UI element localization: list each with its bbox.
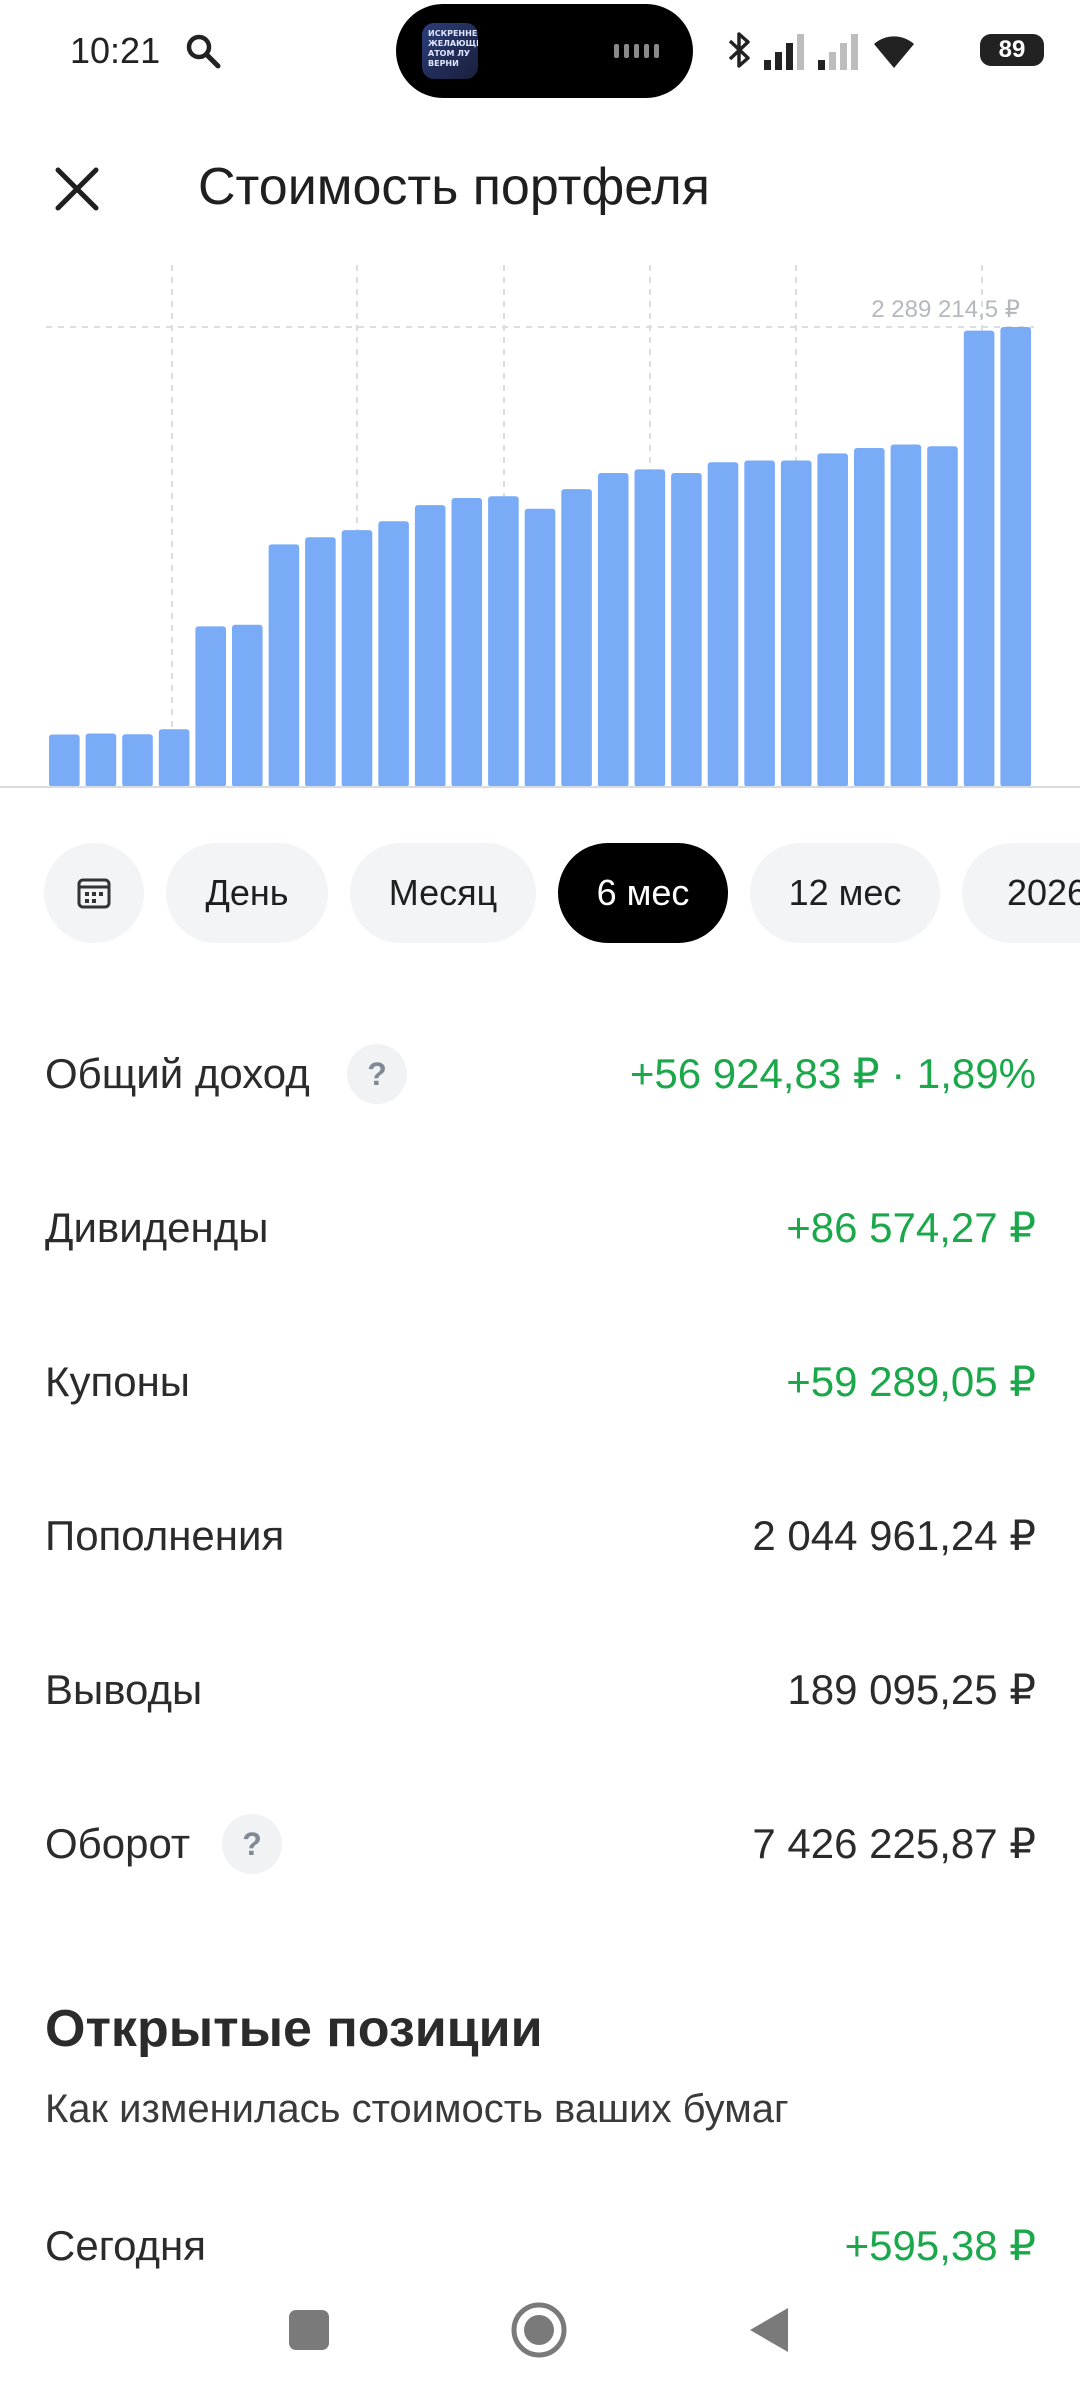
stat-value: +59 289,05 ₽ (786, 1358, 1036, 1405)
signal-icon (818, 34, 858, 70)
status-bar: 10:21 ИСКРЕННЕ ЖЕЛАЮЩИЙ АТОМ ЛУ ВЕРНИ (0, 0, 1080, 100)
stat-label: Оборот (45, 1820, 191, 1867)
chart-bar[interactable] (597, 473, 629, 787)
chart-bar[interactable] (268, 544, 300, 787)
page-title: Стоимость портфеля (198, 158, 710, 216)
chip-day[interactable]: День (166, 843, 328, 943)
thumb-line: ИСКРЕННЕ (428, 29, 478, 38)
calendar-button[interactable] (44, 843, 144, 943)
chart-bar[interactable] (671, 473, 702, 787)
portfolio-chart[interactable]: 2 289 214,5 ₽ (0, 255, 1080, 795)
stat-deposits: Пополнения 2 044 961,24 ₽ (0, 1496, 1080, 1576)
chart-bar[interactable] (780, 460, 812, 788)
stat-turnover: Оборот ? 7 426 225,87 ₽ (0, 1804, 1080, 1884)
chart-bar[interactable] (378, 521, 409, 787)
status-time: 10:21 (70, 30, 161, 71)
chip-year-2026[interactable]: 2026 (962, 843, 1080, 943)
stat-withdrawals: Выводы 189 095,25 ₽ (0, 1650, 1080, 1730)
chart-bar[interactable] (890, 444, 922, 788)
recents-button[interactable] (260, 2280, 360, 2380)
chart-bar[interactable] (158, 729, 190, 787)
close-icon[interactable] (46, 158, 108, 220)
chip-6-months[interactable]: 6 мес (558, 843, 728, 943)
stat-value: 2 044 961,24 ₽ (752, 1512, 1036, 1559)
system-navigation-bar (0, 2280, 1080, 2380)
stat-today[interactable]: Сегодня +595,38 ₽ (0, 2206, 1080, 2286)
chart-bar[interactable] (561, 489, 592, 787)
audio-visualizer-icon (614, 44, 664, 58)
wifi-icon (874, 36, 914, 68)
help-icon[interactable]: ? (222, 1814, 282, 1874)
chart-canvas[interactable]: 2 289 214,5 ₽ (0, 255, 1080, 795)
dynamic-island[interactable]: ИСКРЕННЕ ЖЕЛАЮЩИЙ АТОМ ЛУ ВЕРНИ (396, 4, 693, 98)
chart-bar[interactable] (744, 460, 775, 788)
back-button[interactable] (718, 2280, 818, 2380)
chart-bar[interactable] (414, 505, 446, 787)
stat-value: +595,38 ₽ (844, 2222, 1036, 2269)
stat-label: Пополнения (45, 1512, 285, 1559)
period-selector: День Месяц 6 мес 12 мес 2026 (0, 843, 1080, 943)
chart-bar[interactable] (85, 733, 117, 788)
bluetooth-icon (728, 32, 750, 68)
chart-bar[interactable] (524, 508, 556, 787)
stat-total-income: Общий доход ? +56 924,83 ₽ · 1,89% (0, 1034, 1080, 1114)
chart-bar[interactable] (305, 537, 336, 787)
chart-bar[interactable] (451, 498, 483, 787)
stat-label: Купоны (45, 1358, 190, 1405)
section-subtitle: Как изменилась стоимость ваших бумаг (45, 2087, 789, 2131)
chart-bar[interactable] (963, 330, 995, 787)
stat-coupons: Купоны +59 289,05 ₽ (0, 1342, 1080, 1422)
thumb-line: ЖЕЛАЮЩИЙ (428, 39, 478, 48)
thumb-line: АТОМ ЛУ (428, 49, 471, 58)
stat-value: 189 095,25 ₽ (787, 1666, 1036, 1713)
stat-dividends: Дивиденды +86 574,27 ₽ (0, 1188, 1080, 1268)
chart-bar[interactable] (707, 462, 739, 787)
stat-label: Выводы (45, 1666, 203, 1713)
help-icon[interactable]: ? (347, 1044, 407, 1104)
chart-bar[interactable] (122, 734, 153, 787)
chart-bar[interactable] (341, 530, 373, 787)
stat-value: +86 574,27 ₽ (786, 1204, 1036, 1251)
signal-icon (764, 34, 804, 70)
home-button[interactable] (489, 2280, 589, 2380)
chart-bar[interactable] (488, 496, 519, 787)
chart-bar[interactable] (195, 626, 226, 787)
stat-label: Сегодня (45, 2222, 206, 2269)
stat-value: +56 924,83 ₽ · 1,89% (629, 1050, 1036, 1097)
chart-bar[interactable] (49, 734, 80, 788)
stat-label: Дивиденды (45, 1204, 269, 1251)
chip-12-months[interactable]: 12 мес (750, 843, 940, 943)
chip-month[interactable]: Месяц (350, 843, 536, 943)
battery-icon: 89 (980, 34, 1044, 66)
status-icons: 89 (724, 24, 1044, 76)
chart-bar[interactable] (927, 446, 958, 787)
chart-max-label: 2 289 214,5 ₽ (871, 296, 1020, 323)
thumb-line: ВЕРНИ (428, 59, 459, 68)
stat-value: 7 426 225,87 ₽ (752, 1820, 1036, 1867)
chart-bar[interactable] (232, 624, 263, 787)
chart-bar[interactable] (854, 448, 885, 787)
section-title: Открытые позиции (45, 2000, 543, 2058)
calendar-icon (77, 878, 111, 909)
chart-bar[interactable] (817, 453, 848, 787)
stat-label: Общий доход (45, 1050, 310, 1097)
chart-bar[interactable] (634, 469, 666, 787)
media-thumbnail: ИСКРЕННЕ ЖЕЛАЮЩИЙ АТОМ ЛУ ВЕРНИ (422, 23, 478, 79)
search-icon (186, 34, 221, 69)
chart-bar[interactable] (1000, 327, 1031, 787)
